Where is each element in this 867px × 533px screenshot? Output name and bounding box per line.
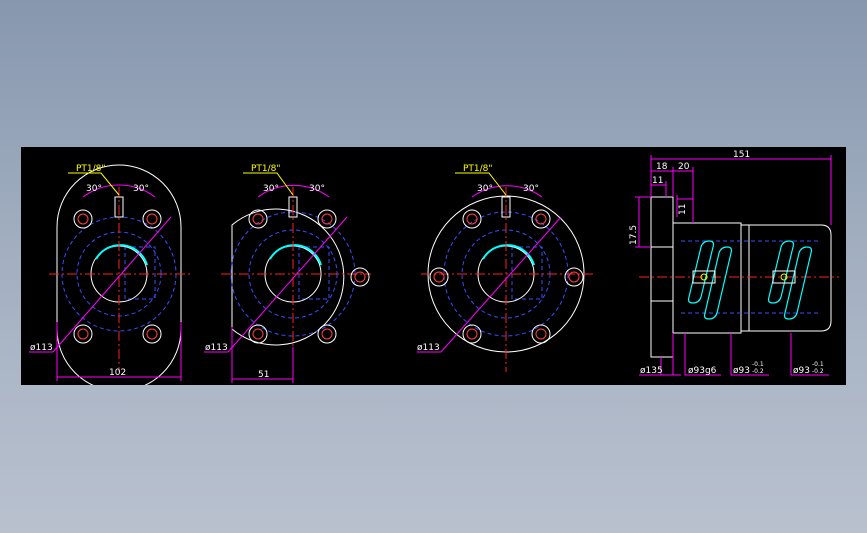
dim-20-label: 20 bbox=[678, 162, 690, 172]
angle-right-label: 30° bbox=[309, 184, 325, 194]
dim-11a-label: 11 bbox=[652, 176, 663, 186]
d135-label: ø135 bbox=[640, 366, 663, 376]
dim-18-label: 18 bbox=[656, 162, 668, 172]
drawing-svg: ø113 102 30° 30° PT1/8" ø113 51 30° 30° … bbox=[29, 150, 839, 385]
front-view-round-flange: ø113 30° 30° PT1/8" bbox=[417, 164, 593, 372]
angle-left-label: 30° bbox=[263, 184, 279, 194]
width-label: 51 bbox=[258, 370, 269, 380]
side-view: 151 18 20 11 11 17.5 ø135 ø93g6 ø93 -0.1… bbox=[629, 150, 839, 376]
tol-a-lower: -0.2 bbox=[752, 368, 764, 375]
d93-b-label: ø93 bbox=[793, 366, 810, 376]
diameter-leader bbox=[52, 216, 172, 353]
length-label: 151 bbox=[733, 150, 750, 160]
cad-viewer: ø113 102 30° 30° PT1/8" ø113 51 30° 30° … bbox=[0, 0, 867, 533]
angle-right-label: 30° bbox=[133, 184, 149, 194]
width-label: 102 bbox=[109, 368, 126, 378]
d93-a-label: ø93 bbox=[733, 366, 750, 376]
port-label: PT1/8" bbox=[463, 164, 493, 174]
d93g6-label: ø93g6 bbox=[688, 366, 717, 376]
tol-b-lower: -0.2 bbox=[812, 368, 824, 375]
diameter-label: ø113 bbox=[205, 343, 228, 353]
diameter-label: ø113 bbox=[417, 343, 440, 353]
angle-left-label: 30° bbox=[86, 184, 102, 194]
dim-17-5-label: 17.5 bbox=[629, 225, 639, 245]
drawing-canvas[interactable]: ø113 102 30° 30° PT1/8" ø113 51 30° 30° … bbox=[21, 147, 846, 385]
diameter-leader bbox=[440, 216, 562, 353]
port-label: PT1/8" bbox=[76, 164, 106, 174]
tol-b-upper: -0.1 bbox=[812, 361, 824, 368]
tol-a-upper: -0.1 bbox=[752, 361, 764, 368]
front-view-flat-flange: ø113 102 30° 30° PT1/8" bbox=[29, 164, 191, 385]
port-label: PT1/8" bbox=[251, 164, 281, 174]
front-view-single-flat-flange: ø113 51 30° 30° PT1/8" bbox=[204, 164, 371, 383]
angle-left-label: 30° bbox=[477, 184, 493, 194]
diameter-label: ø113 bbox=[30, 343, 53, 353]
return-tubes bbox=[687, 240, 813, 320]
angle-right-label: 30° bbox=[523, 184, 539, 194]
dim-11b-label: 11 bbox=[678, 204, 688, 215]
diameter-leader bbox=[227, 216, 348, 353]
bolt-holes bbox=[248, 209, 370, 344]
